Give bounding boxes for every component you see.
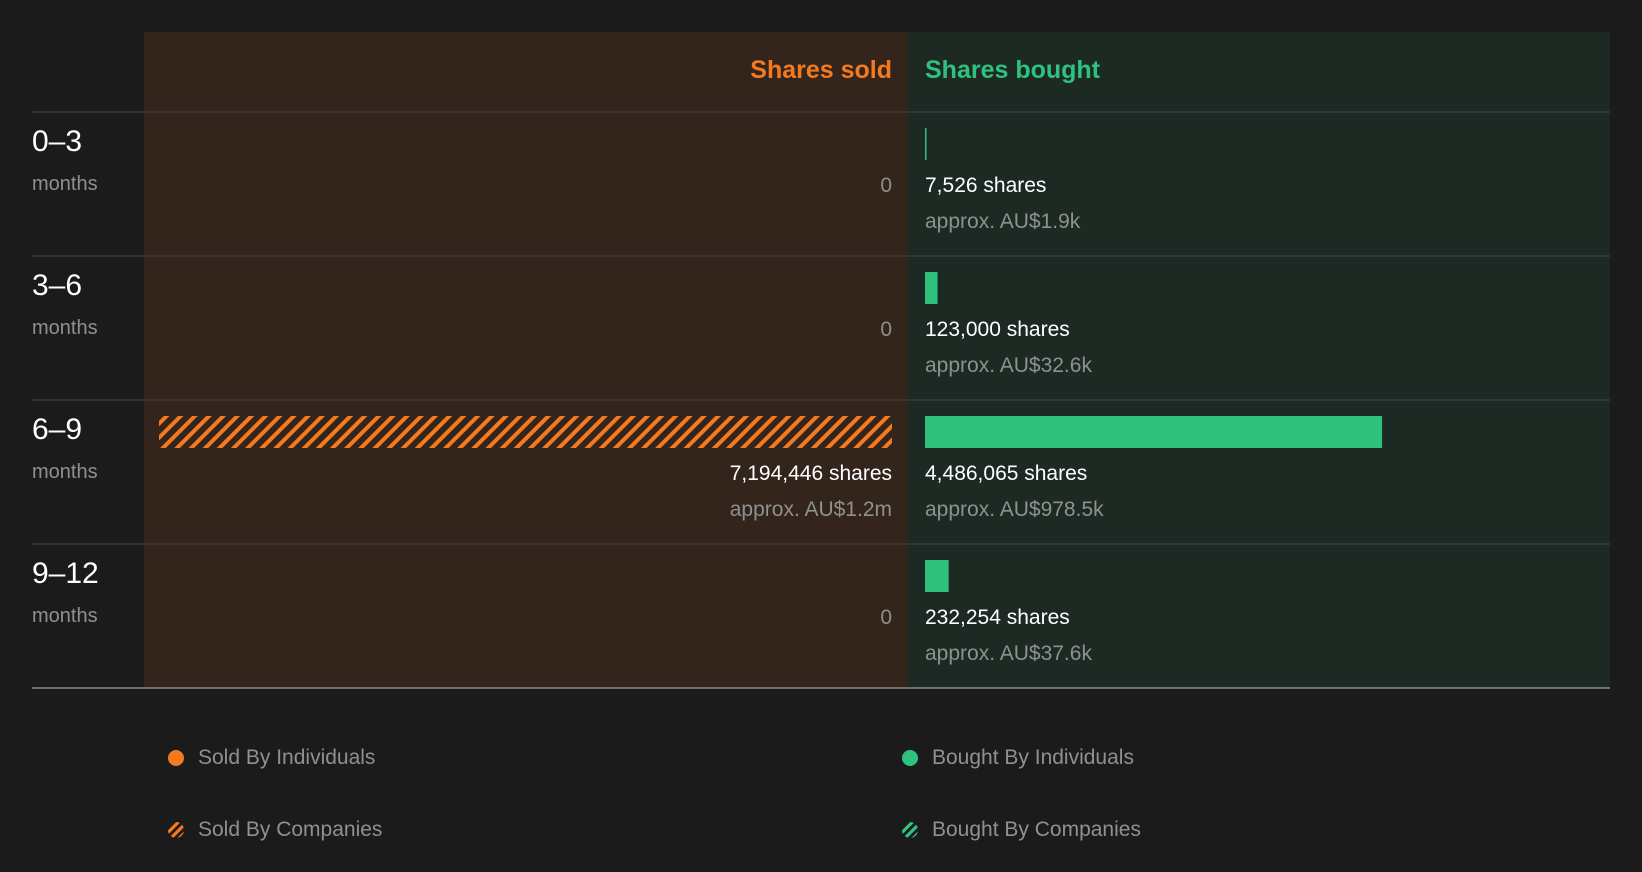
orange-dot-icon bbox=[168, 750, 184, 766]
row-range-label: 6–9 bbox=[32, 413, 82, 446]
legend-item-sold-companies[interactable]: Sold By Companies bbox=[168, 818, 382, 842]
bought-bar bbox=[925, 128, 927, 160]
bought-value-label: 232,254 shares bbox=[925, 606, 1070, 629]
bought-approx-label: approx. AU$978.5k bbox=[925, 498, 1104, 521]
sold-header: Shares sold bbox=[750, 56, 892, 84]
sold-bar bbox=[159, 416, 892, 448]
green-dot-icon bbox=[902, 750, 918, 766]
bought-value-label: 7,526 shares bbox=[925, 174, 1046, 197]
legend-label: Bought By Individuals bbox=[932, 746, 1134, 769]
sold-value-label: 0 bbox=[880, 318, 892, 341]
row-range-label: 9–12 bbox=[32, 557, 99, 590]
bought-approx-label: approx. AU$1.9k bbox=[925, 210, 1081, 233]
bought-header: Shares bought bbox=[925, 56, 1101, 84]
row-unit-label: months bbox=[32, 317, 98, 339]
bought-approx-label: approx. AU$37.6k bbox=[925, 642, 1092, 665]
legend-label: Sold By Companies bbox=[198, 818, 383, 841]
row-unit-label: months bbox=[32, 173, 98, 195]
orange-hatched-dot-icon bbox=[168, 822, 184, 838]
sold-value-label: 7,194,446 shares bbox=[730, 462, 892, 485]
bought-value-label: 4,486,065 shares bbox=[925, 462, 1087, 485]
bought-bar bbox=[925, 272, 938, 304]
row-range-label: 3–6 bbox=[32, 269, 82, 302]
row-unit-label: months bbox=[32, 605, 98, 627]
legend-item-bought-individuals[interactable]: Bought By Individuals bbox=[902, 746, 1134, 770]
sold-value-label: 0 bbox=[880, 606, 892, 629]
bought-value-label: 123,000 shares bbox=[925, 318, 1070, 341]
chart-legend: Sold By Individuals Sold By Companies Bo… bbox=[0, 700, 1642, 872]
sold-panel bbox=[144, 32, 908, 688]
legend-item-sold-individuals[interactable]: Sold By Individuals bbox=[168, 746, 375, 770]
sold-approx-label: approx. AU$1.2m bbox=[730, 498, 892, 521]
row-range-label: 0–3 bbox=[32, 125, 82, 158]
green-hatched-dot-icon bbox=[902, 822, 918, 838]
bought-approx-label: approx. AU$32.6k bbox=[925, 354, 1092, 377]
bought-bar bbox=[925, 416, 1383, 448]
legend-item-bought-companies[interactable]: Bought By Companies bbox=[902, 818, 1141, 842]
bought-bar bbox=[925, 560, 949, 592]
legend-label: Bought By Companies bbox=[932, 818, 1141, 841]
insider-trading-chart: Shares sold Shares bought 0–3 months 0 7,526 … bbox=[32, 32, 1610, 689]
row-unit-label: months bbox=[32, 461, 98, 483]
legend-label: Sold By Individuals bbox=[198, 746, 376, 769]
sold-value-label: 0 bbox=[880, 174, 892, 197]
